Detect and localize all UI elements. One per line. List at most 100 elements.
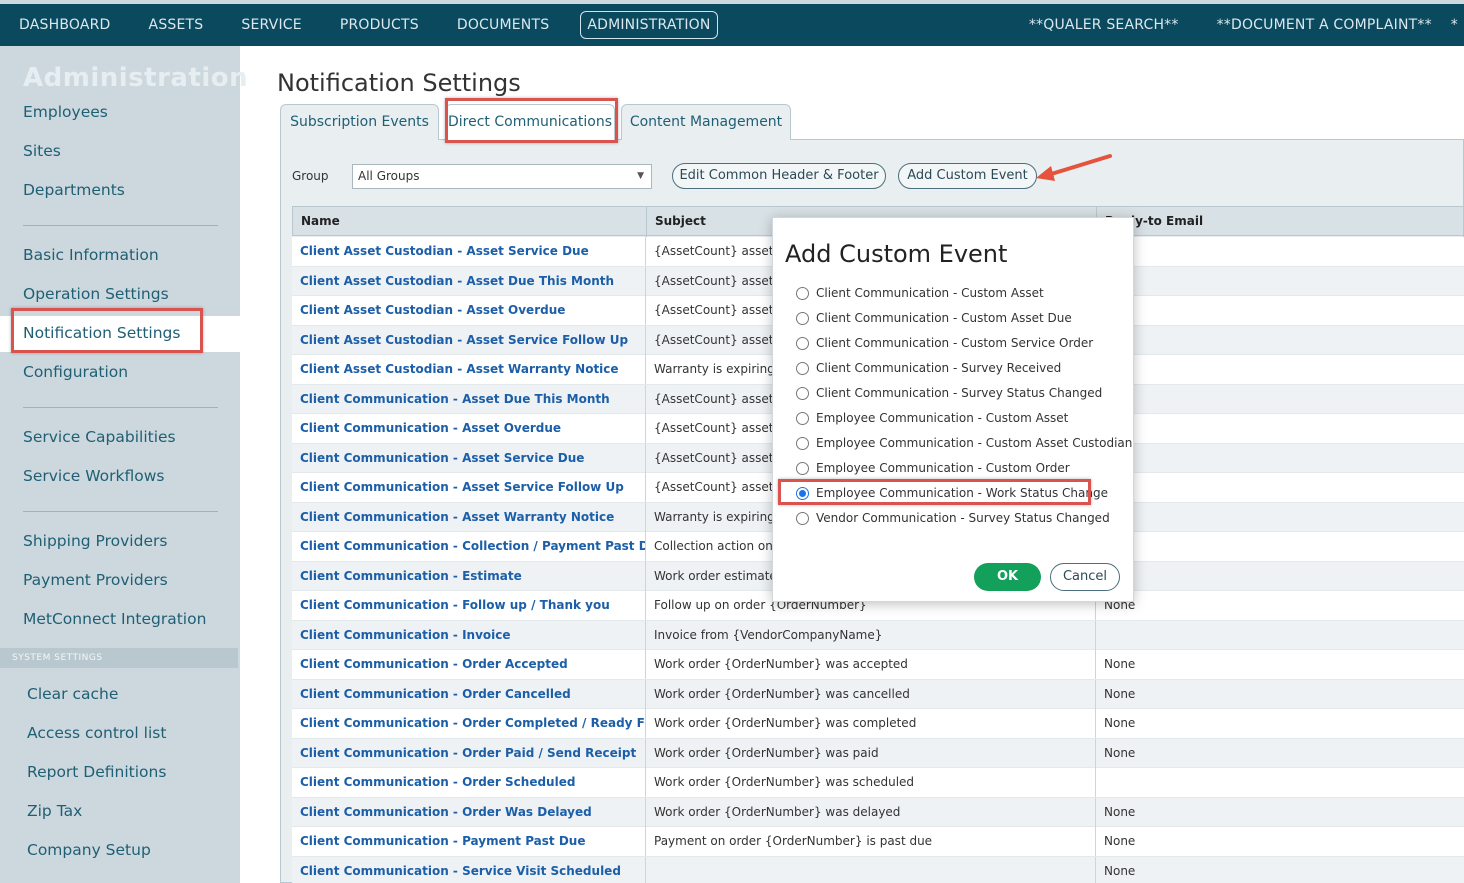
event-option[interactable]: Client Communication - Survey Status Cha… <box>796 383 1102 403</box>
ok-button[interactable]: OK <box>974 563 1041 591</box>
row-name-link[interactable]: Client Communication - Invoice <box>292 621 645 650</box>
event-option[interactable]: Employee Communication - Work Status Cha… <box>796 483 1108 503</box>
nav-documents[interactable]: DOCUMENTS <box>438 17 568 33</box>
event-option[interactable]: Employee Communication - Custom Asset <box>796 408 1068 428</box>
row-reply-to-email <box>1095 414 1464 443</box>
tab-content-management[interactable]: Content Management <box>621 104 791 140</box>
row-subject: Work order {OrderNumber} was cancelled <box>645 679 1095 709</box>
table-row[interactable]: Client Communication - Service Visit Sch… <box>292 856 1464 883</box>
row-reply-to-email: None <box>1095 650 1464 679</box>
radio-button[interactable] <box>796 461 809 475</box>
sidebar-item-payment-providers[interactable]: Payment Providers <box>23 571 168 589</box>
row-reply-to-email <box>1095 620 1464 650</box>
radio-button[interactable] <box>796 286 809 300</box>
radio-button[interactable] <box>796 361 809 375</box>
event-option[interactable]: Client Communication - Survey Received <box>796 358 1061 378</box>
table-row[interactable]: Client Communication - Payment Past Due P… <box>292 827 1464 857</box>
sidebar-item-metconnect-integration[interactable]: MetConnect Integration <box>23 610 206 628</box>
event-option[interactable]: Employee Communication - Custom Order <box>796 458 1070 478</box>
column-header-reply-to-email[interactable]: Reply-to Email <box>1096 207 1464 237</box>
row-subject: Work order {OrderNumber} was scheduled <box>645 768 1095 797</box>
row-subject: Invoice from {VendorCompanyName} <box>645 620 1095 650</box>
add-custom-event-button[interactable]: Add Custom Event <box>898 163 1037 189</box>
sidebar-item-clear-cache[interactable]: Clear cache <box>27 685 118 703</box>
row-name-link[interactable]: Client Communication - Order Scheduled <box>292 768 645 797</box>
table-row[interactable]: Client Communication - Order Accepted Wor… <box>292 650 1464 680</box>
radio-button[interactable] <box>796 386 809 400</box>
nav-right-group: **QUALER SEARCH** **DOCUMENT A COMPLAINT… <box>1010 4 1464 46</box>
sidebar-item-zip-tax[interactable]: Zip Tax <box>27 802 82 820</box>
sidebar-item-sites[interactable]: Sites <box>23 142 61 160</box>
row-reply-to-email <box>1095 266 1464 296</box>
row-name-link[interactable]: Client Communication - Order Cancelled <box>292 680 645 709</box>
table-row[interactable]: Client Communication - Order Paid / Send… <box>292 738 1464 768</box>
system-settings-header: SYSTEM SETTINGS <box>0 648 238 668</box>
event-option[interactable]: Client Communication - Custom Asset Due <box>796 308 1072 328</box>
sidebar-item-shipping-providers[interactable]: Shipping Providers <box>23 532 167 550</box>
row-name-link[interactable]: Client Communication - Order Paid / Send… <box>292 739 645 768</box>
radio-button[interactable] <box>796 311 809 325</box>
group-select[interactable]: All Groups ▼ <box>352 164 652 189</box>
column-header-name[interactable]: Name <box>293 207 646 237</box>
table-row[interactable]: Client Communication - Order Scheduled Wo… <box>292 768 1464 798</box>
row-name-link[interactable]: Client Asset Custodian - Asset Warranty … <box>292 355 645 384</box>
nav-products[interactable]: PRODUCTS <box>321 17 438 33</box>
tab-subscription-events[interactable]: Subscription Events <box>280 104 439 140</box>
event-option-label: Employee Communication - Work Status Cha… <box>816 486 1108 500</box>
sidebar-item-employees[interactable]: Employees <box>23 103 108 121</box>
tab-direct-communications[interactable]: Direct Communications <box>445 104 615 140</box>
sidebar-item-company-setup[interactable]: Company Setup <box>27 841 151 859</box>
row-name-link[interactable]: Client Communication - Order Completed /… <box>292 709 645 738</box>
sidebar-item-departments[interactable]: Departments <box>23 181 125 199</box>
nav-more[interactable]: * <box>1451 17 1464 33</box>
row-name-link[interactable]: Client Communication - Asset Due This Mo… <box>292 385 645 414</box>
row-name-link[interactable]: Client Communication - Collection / Paym… <box>292 532 645 561</box>
row-name-link[interactable]: Client Communication - Order Was Delayed <box>292 798 645 827</box>
row-name-link[interactable]: Client Asset Custodian - Asset Service F… <box>292 326 645 355</box>
nav-dashboard[interactable]: DASHBOARD <box>0 17 130 33</box>
event-option[interactable]: Client Communication - Custom Asset <box>796 283 1044 303</box>
event-option[interactable]: Client Communication - Custom Service Or… <box>796 333 1093 353</box>
row-name-link[interactable]: Client Asset Custodian - Asset Due This … <box>292 267 645 296</box>
edit-header-footer-button[interactable]: Edit Common Header & Footer <box>672 163 886 189</box>
nav-assets[interactable]: ASSETS <box>130 17 223 33</box>
row-subject <box>645 856 1095 883</box>
nav-administration[interactable]: ADMINISTRATION <box>580 11 718 39</box>
row-name-link[interactable]: Client Communication - Order Accepted <box>292 650 645 679</box>
event-option[interactable]: Employee Communication - Custom Asset Cu… <box>796 433 1132 453</box>
row-name-link[interactable]: Client Communication - Asset Service Due <box>292 444 645 473</box>
nav-service[interactable]: SERVICE <box>222 17 320 33</box>
nav-document-complaint[interactable]: **DOCUMENT A COMPLAINT** <box>1198 17 1451 33</box>
row-name-link[interactable]: Client Communication - Service Visit Sch… <box>292 857 645 883</box>
row-reply-to-email: None <box>1095 679 1464 709</box>
radio-button[interactable] <box>796 336 809 350</box>
sidebar-item-service-workflows[interactable]: Service Workflows <box>23 467 164 485</box>
radio-button[interactable] <box>796 436 809 450</box>
nav-qualer-search[interactable]: **QUALER SEARCH** <box>1010 17 1198 33</box>
row-name-link[interactable]: Client Communication - Asset Overdue <box>292 414 645 443</box>
sidebar-item-access-control-list[interactable]: Access control list <box>27 724 166 742</box>
sidebar-item-service-capabilities[interactable]: Service Capabilities <box>23 428 176 446</box>
sidebar-item-basic-information[interactable]: Basic Information <box>23 246 159 264</box>
table-row[interactable]: Client Communication - Order Completed /… <box>292 709 1464 739</box>
radio-button[interactable] <box>796 411 809 425</box>
table-row[interactable]: Client Communication - Order Cancelled Wo… <box>292 679 1464 709</box>
row-name-link[interactable]: Client Communication - Follow up / Thank… <box>292 591 645 620</box>
row-name-link[interactable]: Client Asset Custodian - Asset Service D… <box>292 237 645 266</box>
table-row[interactable]: Client Communication - Invoice Invoice fr… <box>292 620 1464 650</box>
cancel-button[interactable]: Cancel <box>1050 563 1120 591</box>
sidebar-item-operation-settings[interactable]: Operation Settings <box>23 285 169 303</box>
row-name-link[interactable]: Client Communication - Estimate <box>292 562 645 591</box>
row-name-link[interactable]: Client Communication - Asset Warranty No… <box>292 503 645 532</box>
row-name-link[interactable]: Client Communication - Payment Past Due <box>292 827 645 856</box>
radio-button[interactable] <box>796 486 809 500</box>
row-name-link[interactable]: Client Asset Custodian - Asset Overdue <box>292 296 645 325</box>
radio-button[interactable] <box>796 511 809 525</box>
table-row[interactable]: Client Communication - Order Was Delayed… <box>292 797 1464 827</box>
row-name-link[interactable]: Client Communication - Asset Service Fol… <box>292 473 645 502</box>
sidebar-item-notification-settings[interactable]: Notification Settings <box>23 324 180 342</box>
row-reply-to-email <box>1095 561 1464 591</box>
sidebar-item-configuration[interactable]: Configuration <box>23 363 128 381</box>
sidebar-item-report-definitions[interactable]: Report Definitions <box>27 763 166 781</box>
event-option[interactable]: Vendor Communication - Survey Status Cha… <box>796 508 1110 528</box>
